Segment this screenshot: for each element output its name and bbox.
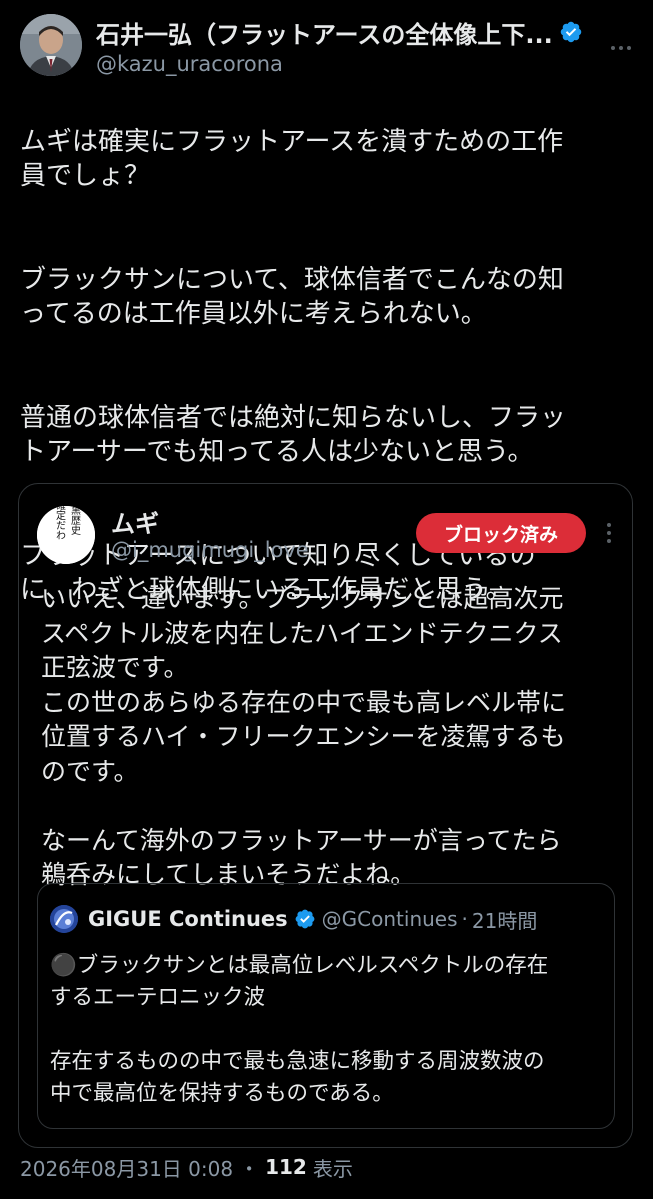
nested-author-handle[interactable]: @GContinues [322, 907, 458, 931]
avatar-text-col2: 確定だわ [54, 506, 66, 540]
nested-quoted-tweet[interactable]: GIGUE Continues @GContinues · 21時間 ⚫️ブラッ… [37, 883, 615, 1129]
more-options-icon[interactable] [606, 36, 636, 60]
nested-quoted-text: ⚫️ブラックサンとは最高位レベルスペクトルの存在 するエーテロニック波 存在する… [50, 950, 606, 1110]
quoted-tweet-card[interactable]: 黒歴史 確定だわ ムギ @i_mugimugi_love ブロック済み いいえ、… [18, 483, 633, 1148]
quoted-text-line: 位置するハイ・フリークエンシーを凌駕するも [41, 722, 566, 751]
tweet-paragraph: 普通の球体信者では絶対に知らないし、フラッ トアーサーでも知ってる人は少ないと思… [20, 402, 567, 468]
tweet: 石井一弘（フラットアースの全体像上下... @kazu_uracorona ムギ… [0, 0, 653, 1199]
author-display-name[interactable]: 石井一弘（フラットアースの全体像上下... [96, 15, 553, 50]
quoted-text-line: なーんて海外のフラットアーサーが言ってたら [41, 825, 562, 855]
quoted-author-handle[interactable]: @i_mugimugi_love [111, 538, 309, 562]
verified-badge-icon [295, 909, 315, 929]
quoted-text-line: のです。 [41, 756, 139, 786]
quoted-text-line: スペクトル波を内在したハイエンドテクニクス [41, 618, 563, 648]
avatar-text-col1: 黒歴史 [69, 506, 81, 536]
author-avatar[interactable] [20, 14, 82, 76]
tweet-paragraph: ムギは確実にフラットアースを潰すための工作 員でしょ？ [20, 126, 564, 192]
nested-text-spacer [50, 1014, 606, 1046]
nested-text-line: ⚫️ブラックサンとは最高位レベルスペクトルの存在 [50, 953, 549, 978]
quoted-author-name[interactable]: ムギ [111, 504, 159, 539]
quoted-more-options-icon[interactable] [603, 522, 615, 544]
metadata-separator: ・ [239, 1156, 260, 1181]
nested-separator: · [461, 907, 468, 931]
verified-badge-icon [560, 21, 581, 43]
nested-author-avatar[interactable] [50, 905, 78, 933]
blocked-button[interactable]: ブロック済み [416, 513, 586, 553]
tweet-paragraph: ブラックサンについて、球体信者でこんなの知 ってるのは工作員以外に考えられない。 [20, 264, 564, 330]
tweet-metadata: 2026年08月31日 0:08 ・ 112 表示 [20, 1150, 353, 1184]
nested-text-line: 中で最高位を保持するものである。 [50, 1081, 394, 1106]
quoted-text-line: 正弦波です。 [41, 653, 189, 682]
quoted-text-line: この世のあらゆる存在の中で最も高レベル帯に [41, 687, 567, 717]
nested-timestamp[interactable]: 21時間 [472, 905, 537, 934]
tweet-timestamp[interactable]: 2026年08月31日 0:08 [20, 1153, 233, 1182]
quoted-author-avatar[interactable]: 黒歴史 確定だわ [37, 506, 95, 564]
author-handle[interactable]: @kazu_uracorona [96, 52, 283, 76]
quoted-text-line: いいえ、違います。ブラックサンとは超高次元 [41, 584, 564, 613]
nested-author-name[interactable]: GIGUE Continues [88, 907, 288, 931]
nested-text-line: 存在するものの中で最も急速に移動する周波数波の [50, 1049, 545, 1074]
quoted-tweet-text: いいえ、違います。ブラックサンとは超高次元 スペクトル波を内在したハイエンドテク… [41, 582, 621, 893]
nested-text-line: するエーテロニック波 [50, 985, 266, 1010]
views-label: 表示 [312, 1156, 353, 1181]
author-name-row: 石井一弘（フラットアースの全体像上下... [96, 14, 586, 50]
quoted-text-spacer [41, 789, 621, 824]
views-count[interactable]: 112 [265, 1155, 307, 1179]
nested-quoted-header: GIGUE Continues @GContinues · 21時間 [50, 904, 537, 934]
